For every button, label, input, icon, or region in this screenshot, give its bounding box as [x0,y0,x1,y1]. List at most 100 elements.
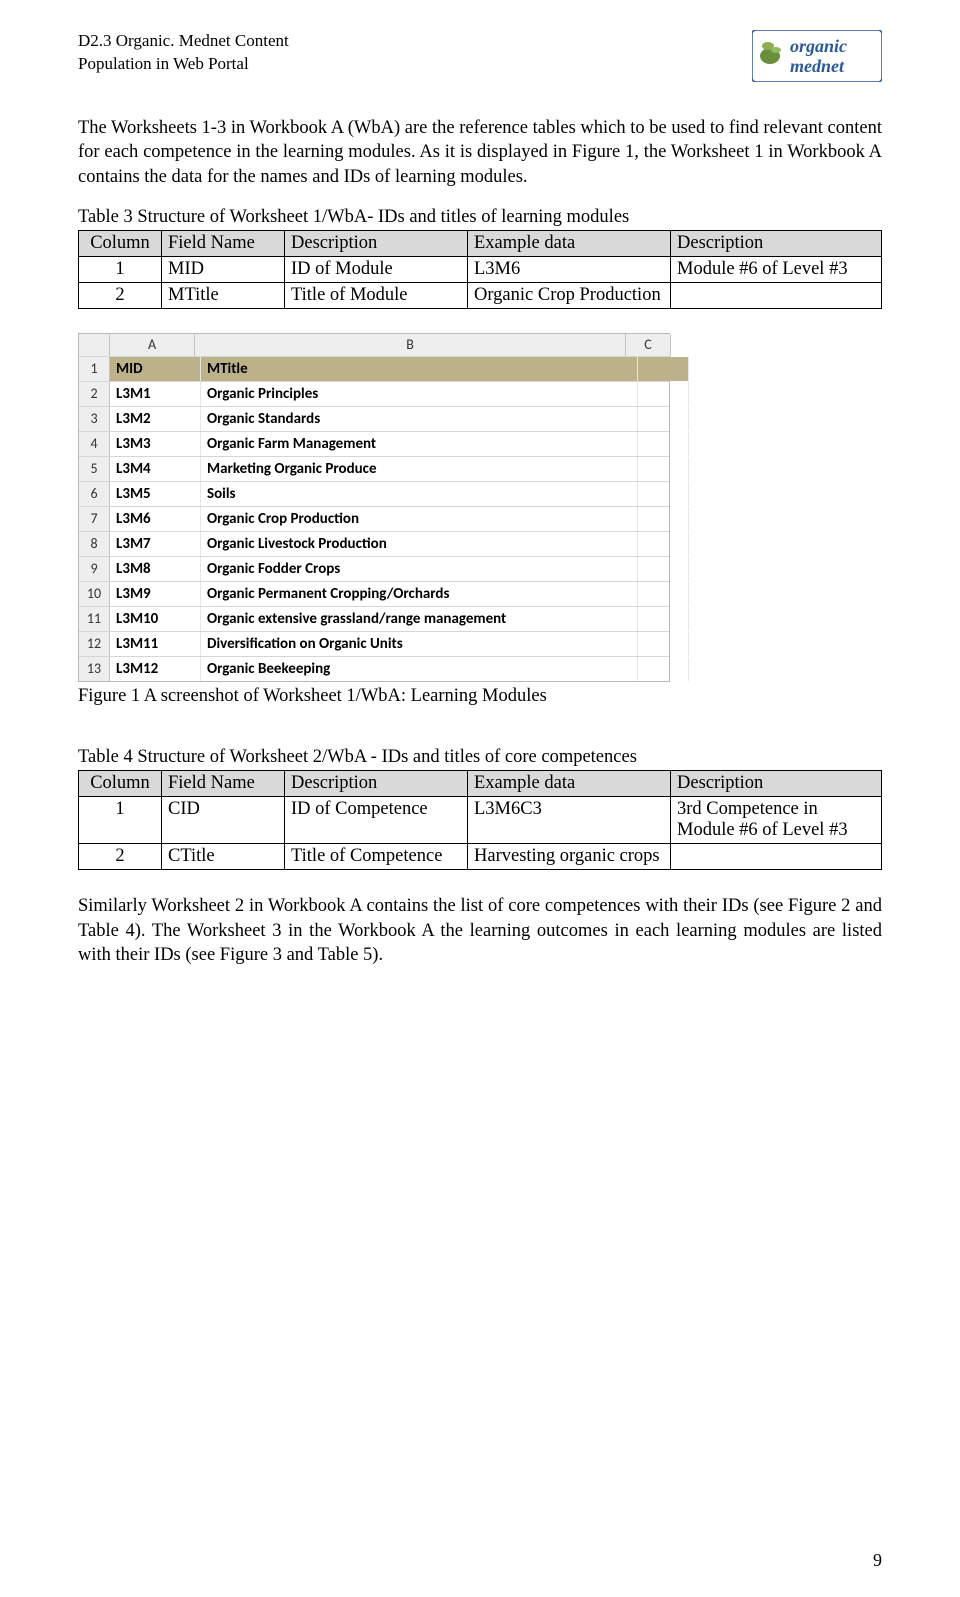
excel-colhdr-b: B [195,334,626,356]
logo: organic mednet [752,30,882,82]
excel-rownum: 9 [79,557,110,581]
paragraph-1: The Worksheets 1-3 in Workbook A (WbA) a… [78,116,882,189]
cell: Organic Crop Production [468,283,671,309]
excel-cell [638,382,689,406]
excel-row-1: 1 MID MTitle [79,357,669,382]
excel-data-row: 3L3M2Organic Standards [79,407,669,432]
excel-data-row: 5L3M4Marketing Organic Produce [79,457,669,482]
table4-h3: Example data [468,771,671,797]
table4-h2: Description [285,771,468,797]
cell: ID of Module [285,257,468,283]
excel-cell: Soils [201,482,638,506]
figure1-caption: Figure 1 A screenshot of Worksheet 1/WbA… [78,686,882,707]
excel-cell: Organic Standards [201,407,638,431]
table3-h1: Field Name [162,231,285,257]
excel-cell [638,507,689,531]
cell: 2 [79,844,162,870]
cell: MID [162,257,285,283]
excel-cell [638,582,689,606]
cell [671,844,882,870]
cell: 1 [79,797,162,844]
table3-h0: Column [79,231,162,257]
cell: CTitle [162,844,285,870]
table-row: 2 MTitle Title of Module Organic Crop Pr… [79,283,882,309]
excel-cell: L3M3 [110,432,201,456]
excel-cell [638,357,689,381]
excel-cell: L3M4 [110,457,201,481]
table3-h2: Description [285,231,468,257]
excel-rownum: 8 [79,532,110,556]
excel-cell [638,632,689,656]
excel-cell: Organic Principles [201,382,638,406]
table3-caption: Table 3 Structure of Worksheet 1/WbA- ID… [78,207,882,228]
excel-cell [638,657,689,681]
page-header: D2.3 Organic. Mednet Content Population … [78,30,882,82]
excel-cell: MID [110,357,201,381]
cell: 3rd Competence in Module #6 of Level #3 [671,797,882,844]
excel-cell: Organic Permanent Cropping/Orchards [201,582,638,606]
page-number: 9 [873,1550,882,1571]
cell: Module #6 of Level #3 [671,257,882,283]
excel-cell: L3M2 [110,407,201,431]
logo-text-bottom: mednet [790,56,845,76]
excel-rownum: 2 [79,382,110,406]
excel-cell [638,407,689,431]
excel-cell: L3M1 [110,382,201,406]
excel-rownum: 11 [79,607,110,631]
excel-rownum: 7 [79,507,110,531]
excel-data-row: 10L3M9Organic Permanent Cropping/Orchard… [79,582,669,607]
excel-cell: L3M7 [110,532,201,556]
excel-rownum: 5 [79,457,110,481]
table3: Column Field Name Description Example da… [78,230,882,309]
excel-cell: Organic Beekeeping [201,657,638,681]
cell: L3M6C3 [468,797,671,844]
excel-data-row: 13L3M12Organic Beekeeping [79,657,669,681]
paragraph-2: Similarly Worksheet 2 in Workbook A cont… [78,894,882,967]
excel-data-row: 6L3M5Soils [79,482,669,507]
table4-header-row: Column Field Name Description Example da… [79,771,882,797]
excel-cell [638,607,689,631]
excel-cell [638,482,689,506]
excel-cell: Organic Crop Production [201,507,638,531]
table3-header-row: Column Field Name Description Example da… [79,231,882,257]
excel-cell: L3M8 [110,557,201,581]
excel-data-row: 7L3M6Organic Crop Production [79,507,669,532]
cell: Harvesting organic crops [468,844,671,870]
excel-cell [638,457,689,481]
excel-cell: Diversification on Organic Units [201,632,638,656]
header-line2: Population in Web Portal [78,53,289,76]
excel-cell: Marketing Organic Produce [201,457,638,481]
cell: L3M6 [468,257,671,283]
table4-h4: Description [671,771,882,797]
cell [671,283,882,309]
excel-data-row: 4L3M3Organic Farm Management [79,432,669,457]
excel-rownum: 13 [79,657,110,681]
cell: Title of Competence [285,844,468,870]
excel-cell [638,432,689,456]
header-line1: D2.3 Organic. Mednet Content [78,30,289,53]
excel-cell: L3M10 [110,607,201,631]
table4: Column Field Name Description Example da… [78,770,882,870]
excel-cell: L3M9 [110,582,201,606]
excel-data-row: 2L3M1Organic Principles [79,382,669,407]
table3-h4: Description [671,231,882,257]
cell: Title of Module [285,283,468,309]
excel-cell [638,557,689,581]
logo-text-top: organic [790,36,847,56]
cell: 2 [79,283,162,309]
excel-cell: Organic Fodder Crops [201,557,638,581]
excel-screenshot: A B C 1 MID MTitle 2L3M1Organic Principl… [78,333,670,682]
table-row: 1 CID ID of Competence L3M6C3 3rd Compet… [79,797,882,844]
excel-cell: Organic extensive grassland/range manage… [201,607,638,631]
excel-data-row: 11L3M10Organic extensive grassland/range… [79,607,669,632]
excel-cell: L3M5 [110,482,201,506]
excel-cell: L3M11 [110,632,201,656]
header-title: D2.3 Organic. Mednet Content Population … [78,30,289,76]
excel-cell: Organic Livestock Production [201,532,638,556]
cell: ID of Competence [285,797,468,844]
excel-rownum: 6 [79,482,110,506]
excel-data-row: 8L3M7Organic Livestock Production [79,532,669,557]
excel-col-header-row: A B C [79,334,669,357]
table-row: 1 MID ID of Module L3M6 Module #6 of Lev… [79,257,882,283]
excel-rownum: 10 [79,582,110,606]
